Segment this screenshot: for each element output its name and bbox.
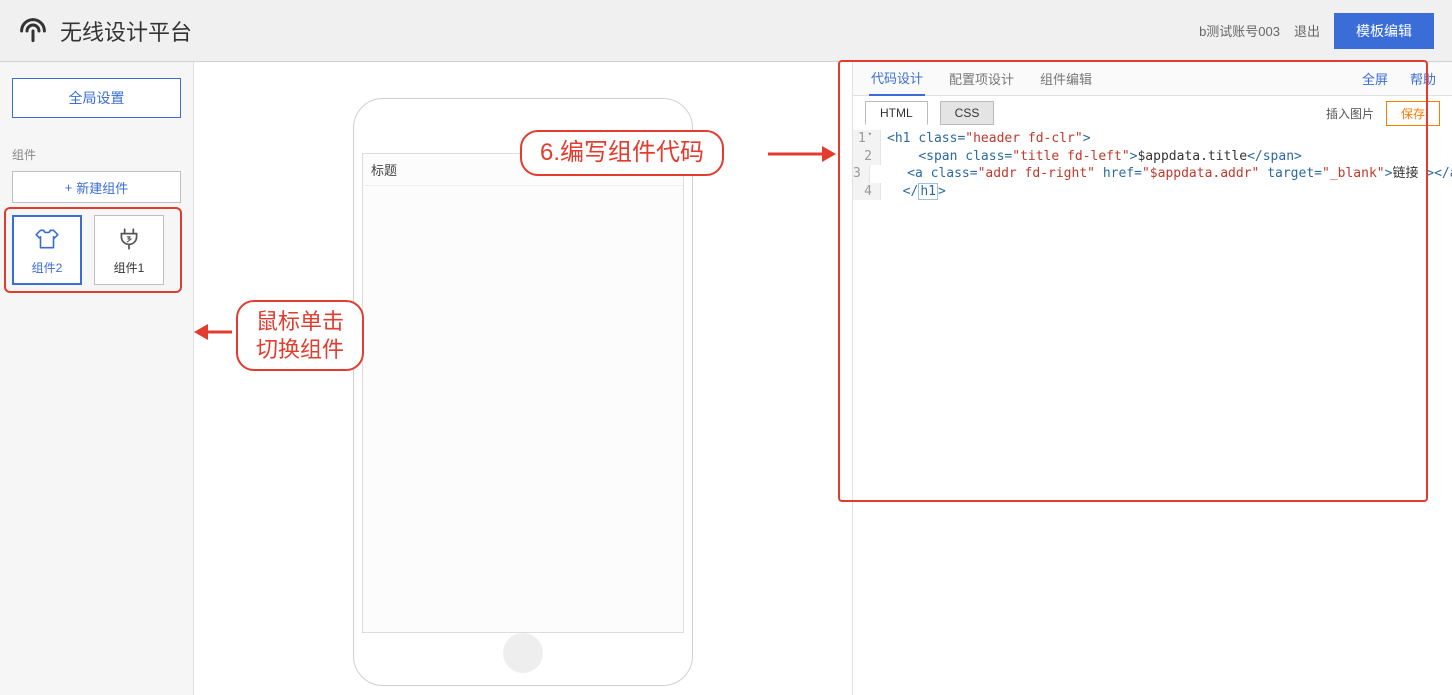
phone-home-button xyxy=(503,633,543,673)
code-tab-html[interactable]: HTML xyxy=(865,101,928,125)
tab-config-design[interactable]: 配置项设计 xyxy=(947,62,1016,96)
tab-component-edit[interactable]: 组件编辑 xyxy=(1038,62,1094,96)
fullscreen-link[interactable]: 全屏 xyxy=(1362,69,1388,88)
arrow-left-icon xyxy=(194,320,234,344)
new-component-label: 新建组件 xyxy=(76,178,128,197)
component-grid: 组件2 组件1 xyxy=(12,215,181,285)
component-card-1-label: 组件1 xyxy=(114,259,145,276)
main-area: 全局设置 组件 + 新建组件 组件2 组件1 xyxy=(0,62,1452,695)
code-tab-css[interactable]: CSS xyxy=(940,101,995,125)
help-link[interactable]: 帮助 xyxy=(1410,69,1436,88)
editor-tabs: 代码设计 配置项设计 组件编辑 全屏 帮助 xyxy=(853,62,1452,96)
logo-area: 无线设计平台 xyxy=(18,15,192,47)
user-name: b测试账号003 xyxy=(1199,21,1280,40)
tab-code-design[interactable]: 代码设计 xyxy=(869,62,925,96)
app-title: 无线设计平台 xyxy=(60,15,192,47)
phone-screen: 标题 链接 > xyxy=(362,153,684,633)
plus-icon: + xyxy=(65,180,73,195)
arrow-right-icon xyxy=(766,142,836,166)
component-card-2-label: 组件2 xyxy=(32,259,63,276)
callout-click-switch-line1: 鼠标单击 xyxy=(256,308,344,336)
components-section-label: 组件 xyxy=(12,146,181,163)
insert-image-link[interactable]: 插入图片 xyxy=(1326,105,1374,122)
editor-panel: 代码设计 配置项设计 组件编辑 全屏 帮助 HTML CSS 插入图片 保存 1… xyxy=(852,62,1452,695)
callout-click-switch: 鼠标单击 切换组件 xyxy=(236,300,364,371)
global-settings-button[interactable]: 全局设置 xyxy=(12,78,181,118)
topbar: 无线设计平台 b测试账号003 退出 模板编辑 xyxy=(0,0,1452,62)
new-component-button[interactable]: + 新建组件 xyxy=(12,171,181,203)
callout-write-code: 6.编写组件代码 xyxy=(520,130,724,176)
preview-title: 标题 xyxy=(371,160,397,179)
editor-toolbar: HTML CSS 插入图片 保存 xyxy=(853,96,1452,130)
code-editor[interactable]: 1<h1 class="header fd-clr"> 2 <span clas… xyxy=(853,130,1452,695)
template-edit-button[interactable]: 模板编辑 xyxy=(1334,13,1434,49)
component-card-2[interactable]: 组件2 xyxy=(12,215,82,285)
topbar-right: b测试账号003 退出 模板编辑 xyxy=(1199,13,1434,49)
logo-icon xyxy=(18,16,48,46)
tshirt-icon xyxy=(33,225,61,253)
save-button[interactable]: 保存 xyxy=(1386,101,1440,126)
component-card-1[interactable]: 组件1 xyxy=(94,215,164,285)
sidebar: 全局设置 组件 + 新建组件 组件2 组件1 xyxy=(0,62,194,695)
logout-link[interactable]: 退出 xyxy=(1294,21,1320,40)
plug-icon xyxy=(115,225,143,253)
phone-frame: 标题 链接 > xyxy=(353,98,693,686)
callout-click-switch-line2: 切换组件 xyxy=(256,336,344,364)
